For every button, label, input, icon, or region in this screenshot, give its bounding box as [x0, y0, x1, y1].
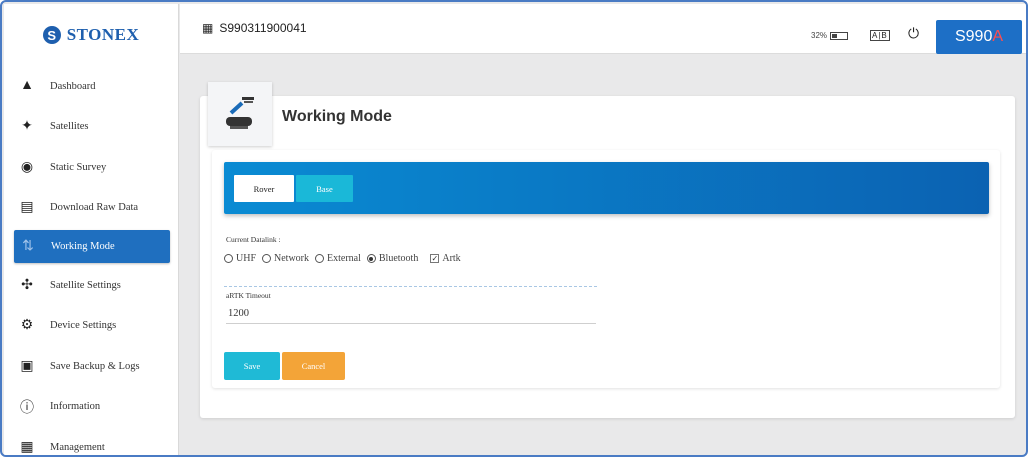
info-icon: ⓘ — [20, 400, 34, 416]
model-suffix: A — [992, 28, 1004, 45]
sidebar-item-label: Dashboard — [50, 80, 96, 92]
working-mode-icon: ⇅ — [22, 239, 34, 254]
sidebar-item-static-survey[interactable]: ◉ Static Survey — [4, 147, 178, 188]
sidebar-item-label: Information — [50, 401, 101, 413]
brand-name: STONEX — [66, 25, 140, 44]
sidebar-item-label: Static Survey — [50, 161, 107, 173]
sidebar-item-management[interactable]: ▦ Management — [4, 427, 178, 455]
page-title: Working Mode — [282, 108, 392, 125]
artk-checkbox[interactable]: ✓ — [430, 254, 440, 263]
brand[interactable]: S STONEX — [4, 4, 178, 66]
battery-level — [832, 33, 838, 38]
sidebar-item-satellites[interactable]: ✦ Satellites — [4, 107, 178, 148]
tower-icon: ▲ — [20, 78, 34, 94]
datalink-label: Current Datalink : — [226, 235, 281, 244]
top-bar: ▦ S990311900041 32% A|B ⏻ S990 A — [180, 4, 1026, 54]
location-pin-icon: ◉ — [20, 159, 34, 175]
cancel-button[interactable]: Cancel — [282, 352, 345, 380]
management-icon: ▦ — [20, 439, 34, 455]
sidebar-item-save-backup-logs[interactable]: ▣ Save Backup & Logs — [4, 346, 178, 387]
datalink-option-uhf[interactable]: UHF — [224, 253, 256, 264]
sidebar: S STONEX ▲ Dashboard ✦ Satellites ◉ Stat… — [4, 4, 179, 455]
battery-icon — [830, 31, 849, 40]
option-label: Network — [274, 253, 310, 264]
receiver-satellite-icon — [226, 97, 254, 129]
sidebar-item-device-settings[interactable]: ⚙ Device Settings — [4, 306, 178, 347]
mode-tabs: Rover Base — [224, 162, 989, 214]
sidebar-item-label: Save Backup & Logs — [50, 360, 140, 372]
datalink-option-external[interactable]: External — [315, 253, 361, 264]
sidebar-nav: ▲ Dashboard ✦ Satellites ◉ Static Survey… — [4, 66, 178, 455]
option-label: External — [327, 253, 361, 264]
datalink-options: UHF Network External Bluetooth ✓ Artk — [224, 253, 461, 264]
language-icon[interactable]: A|B — [870, 30, 890, 41]
satellite-icon: ✦ — [21, 119, 33, 135]
sidebar-item-label: Satellites — [50, 121, 89, 133]
save-button[interactable]: Save — [224, 352, 280, 380]
sidebar-item-label: Working Mode — [51, 241, 115, 252]
satellite-settings-icon: ✣ — [21, 277, 33, 293]
receiver-icon: ▦ — [202, 21, 214, 35]
divider — [224, 286, 597, 287]
option-label: Bluetooth — [378, 253, 419, 264]
app-frame: S STONEX ▲ Dashboard ✦ Satellites ◉ Stat… — [0, 0, 1028, 457]
device-id: ▦ S990311900041 — [202, 21, 307, 35]
working-mode-header-icon — [208, 82, 272, 146]
sidebar-item-label: Satellite Settings — [50, 279, 121, 291]
power-icon[interactable]: ⏻ — [908, 25, 919, 42]
sidebar-item-information[interactable]: ⓘ Information — [4, 387, 178, 428]
sidebar-item-label: Device Settings — [50, 320, 117, 332]
backup-icon: ▣ — [20, 358, 34, 374]
datalink-option-network[interactable]: Network — [262, 253, 309, 264]
stonex-logo-icon: S — [42, 26, 61, 44]
sidebar-item-working-mode[interactable]: ⇅ Working Mode — [14, 230, 170, 263]
model-button[interactable]: S990 A — [936, 20, 1022, 54]
sidebar-item-dashboard[interactable]: ▲ Dashboard — [4, 66, 178, 107]
datalink-option-bluetooth[interactable]: Bluetooth — [366, 253, 419, 264]
battery-indicator: 32% — [811, 31, 849, 40]
device-id-text: S990311900041 — [219, 21, 307, 35]
download-document-icon: ▤ — [20, 200, 34, 216]
timeout-label: aRTK Timeout — [226, 291, 271, 300]
radio-external[interactable] — [315, 254, 325, 263]
option-label: UHF — [236, 253, 257, 264]
battery-percent: 32% — [811, 31, 828, 40]
radio-network[interactable] — [262, 254, 272, 263]
sidebar-item-label: Download Raw Data — [50, 202, 139, 214]
radio-uhf[interactable] — [224, 254, 233, 263]
tab-rover[interactable]: Rover — [234, 175, 294, 202]
option-label: Artk — [442, 253, 461, 264]
sidebar-item-satellite-settings[interactable]: ✣ Satellite Settings — [4, 265, 178, 306]
artk-option[interactable]: ✓ Artk — [430, 253, 461, 264]
model-prefix: S990 — [954, 28, 993, 45]
radio-bluetooth[interactable] — [366, 254, 376, 263]
tab-base[interactable]: Base — [296, 175, 353, 202]
device-settings-icon: ⚙ — [20, 318, 34, 334]
sidebar-item-download-raw-data[interactable]: ▤ Download Raw Data — [4, 188, 178, 229]
timeout-input[interactable] — [226, 303, 596, 324]
sidebar-item-label: Management — [50, 441, 105, 453]
